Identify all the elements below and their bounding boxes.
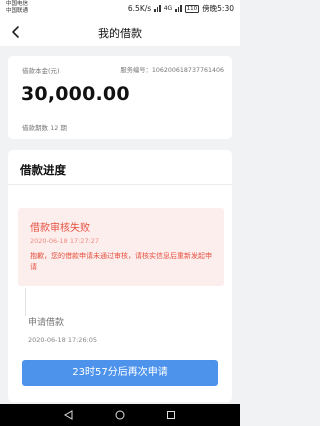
loan-amount: 30,000.00 [21,83,130,105]
back-nav-icon[interactable] [64,410,74,420]
status-bar: 中国电信 中国联通 6.5K/s 4G 110 傍晚5:30 [0,0,240,18]
signal-icon [154,5,161,12]
applied-step-title: 申请借款 [28,318,65,328]
carrier-labels: 中国电信 中国联通 [6,1,28,15]
android-nav-bar [0,404,240,426]
battery-icon: 110 [184,4,200,13]
failed-step-time: 2020-06-18 17:27:27 [30,237,100,245]
amount-label: 借款本金(元) [22,67,60,75]
loan-period: 借款期数 12 期 [22,124,67,132]
loan-summary-card: 借款本金(元) 服务编号：106200618737761406 30,000.0… [8,56,232,139]
page-title: 我的借款 [98,27,142,40]
network-type: 4G [163,5,173,12]
recents-nav-icon[interactable] [166,410,176,420]
carrier-1: 中国电信 [6,1,29,7]
timeline-line [25,288,26,316]
review-failed-step: 借款审核失败 2020-06-18 17:27:27 抱歉，您的借款申请未通过审… [18,208,224,286]
applied-step-time: 2020-06-18 17:26:05 [28,336,98,344]
carrier-2: 中国联通 [6,8,29,14]
failed-step-title: 借款审核失败 [30,223,90,234]
service-number: 服务编号：106200618737761406 [120,67,224,74]
progress-title: 借款进度 [20,163,66,177]
failed-step-description: 抱歉，您的借款申请未通过审核，请核实信息后重新发起申请 [30,252,212,271]
divider [8,184,232,185]
nav-bar: 我的借款 [0,18,240,46]
signal-icon-2 [175,5,182,12]
network-speed: 6.5K/s [127,4,152,13]
clock: 傍晚5:30 [202,4,234,13]
status-indicators: 6.5K/s 4G 110 傍晚5:30 [128,3,234,14]
home-nav-icon[interactable] [115,410,125,420]
reapply-countdown-button[interactable]: 23时57分后再次申请 [22,360,218,386]
